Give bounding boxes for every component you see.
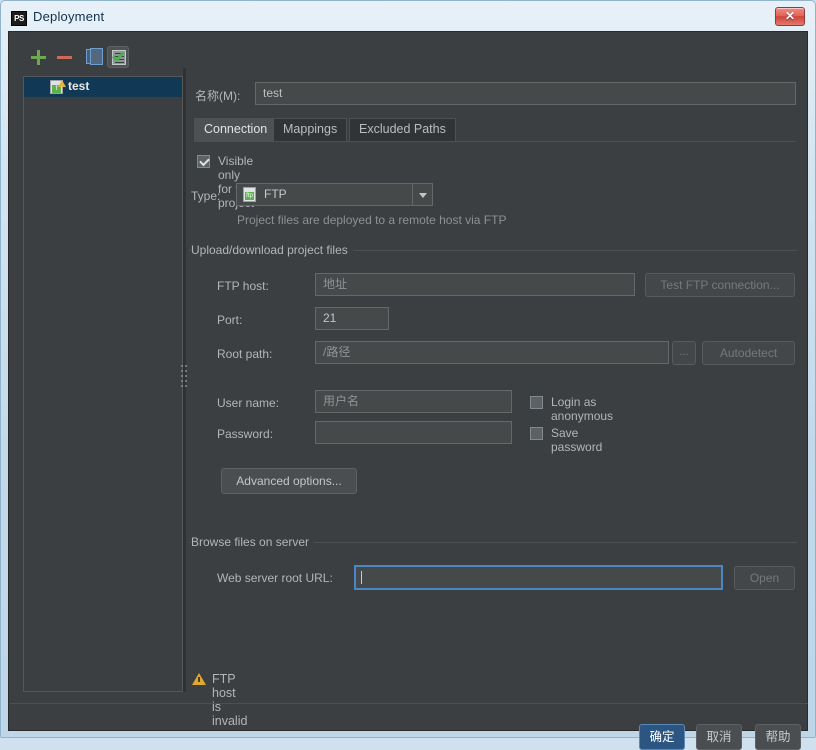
ftp-host-label: FTP host: <box>217 279 269 293</box>
check-icon <box>112 54 125 62</box>
cancel-button[interactable]: 取消 <box>696 724 742 750</box>
use-as-default-button[interactable] <box>107 46 129 68</box>
ftp-server-warning-icon: f <box>50 80 66 94</box>
port-input[interactable]: 21 <box>315 307 389 330</box>
copy-server-button[interactable] <box>81 46 103 68</box>
tab-connection[interactable]: Connection <box>194 118 278 141</box>
list-item-label: test <box>68 79 90 93</box>
text-caret <box>361 571 362 584</box>
name-input[interactable]: test <box>255 82 796 105</box>
upload-group-title: Upload/download project files <box>191 243 353 257</box>
test-ftp-connection-button[interactable]: Test FTP connection... <box>645 273 795 297</box>
warning-icon-bang <box>198 677 200 682</box>
server-list-toolbar <box>23 46 183 72</box>
tab-mappings[interactable]: Mappings <box>273 118 348 141</box>
login-as-anonymous-label: Login as anonymous <box>551 395 614 423</box>
name-label: 名称(M): <box>195 89 241 103</box>
autodetect-button[interactable]: Autodetect <box>702 341 795 365</box>
minus-icon <box>57 56 72 59</box>
remove-server-button[interactable] <box>53 46 75 68</box>
checkbox-icon <box>197 155 210 168</box>
tab-excluded-paths[interactable]: Excluded Paths <box>349 118 456 141</box>
close-icon: ✕ <box>784 9 796 23</box>
type-hint-text: Project files are deployed to a remote h… <box>237 213 507 227</box>
password-input[interactable] <box>315 421 512 444</box>
add-server-button[interactable] <box>27 46 49 68</box>
tabs-underline <box>194 141 796 142</box>
validation-message-text: FTP host is invalid <box>212 672 248 728</box>
root-path-input[interactable]: /路径 <box>315 341 669 364</box>
help-button[interactable]: 帮助 <box>755 724 801 750</box>
root-path-label: Root path: <box>217 347 273 361</box>
save-password-label: Save password <box>551 426 603 454</box>
user-name-label: User name: <box>217 396 280 410</box>
close-button[interactable]: ✕ <box>775 7 805 26</box>
window-title: Deployment <box>33 9 105 24</box>
chevron-down-icon <box>419 193 427 198</box>
web-server-root-url-input[interactable] <box>354 565 723 590</box>
browse-root-path-button[interactable]: ... <box>672 341 696 365</box>
checkbox-icon <box>530 396 543 409</box>
settings-tabs: Connection Mappings Excluded Paths <box>194 118 796 142</box>
plus-icon-vertical <box>37 50 40 65</box>
type-selected-value: FTP <box>264 187 287 201</box>
ftp-icon: ftp <box>243 187 256 202</box>
server-list-panel: f test <box>23 76 183 692</box>
title-bar: PS Deployment ✕ <box>1 1 815 35</box>
ok-button[interactable]: 确定 <box>639 724 685 750</box>
open-url-button[interactable]: Open <box>734 566 795 590</box>
splitter-grip <box>180 363 189 397</box>
footer-divider <box>10 703 808 704</box>
type-label: Type: <box>191 189 221 203</box>
web-server-root-url-label: Web server root URL: <box>217 571 333 585</box>
checkbox-icon <box>530 427 543 440</box>
list-item[interactable]: f test <box>24 77 182 97</box>
user-name-input[interactable]: 用户名 <box>315 390 512 413</box>
port-label: Port: <box>217 313 243 327</box>
browse-group-title: Browse files on server <box>191 535 315 549</box>
deployment-dialog-window: PS Deployment ✕ f test 名称(M): test Conne… <box>0 0 816 750</box>
copy-icon <box>86 48 103 65</box>
password-label: Password: <box>217 427 274 441</box>
type-dropdown-arrow[interactable] <box>412 183 433 206</box>
type-select[interactable]: ftp FTP <box>236 183 432 206</box>
panel-splitter[interactable] <box>180 68 189 692</box>
advanced-options-button[interactable]: Advanced options... <box>221 468 357 494</box>
phpstorm-icon: PS <box>11 11 27 26</box>
connection-settings-panel: 名称(M): test Connection Mappings Excluded… <box>189 68 797 728</box>
ftp-host-input[interactable]: 地址 <box>315 273 635 296</box>
dialog-body: f test 名称(M): test Connection Mappings E… <box>8 31 808 750</box>
